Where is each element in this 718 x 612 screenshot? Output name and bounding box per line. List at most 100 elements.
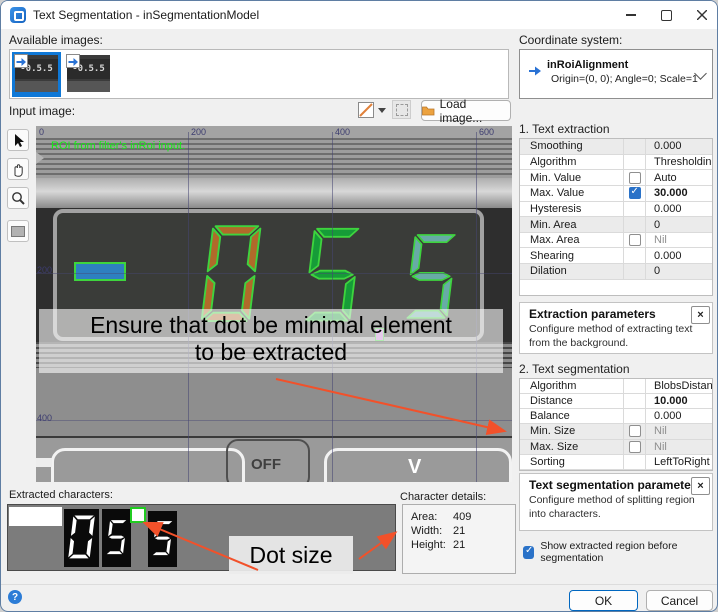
extraction-params-box: Extraction parameters × Configure method… [519, 302, 713, 354]
fit-view-icon [396, 104, 408, 116]
checkbox-unchecked[interactable] [629, 234, 641, 246]
image-arrow-icon [66, 54, 80, 68]
image-viewport[interactable]: OFF V 0 200 400 600 200 400 ROI from fil… [36, 126, 512, 482]
load-image-button[interactable]: Load image... [421, 100, 511, 121]
show-region-label: Show extracted region before segmentatio… [540, 540, 717, 564]
coordinate-system-dropdown[interactable]: inRoiAlignment Origin=(0, 0); Angle=0; S… [519, 49, 713, 99]
thumbnail[interactable]: -0.5.5 [64, 52, 113, 97]
select-tool-button[interactable] [7, 129, 29, 151]
extraction-box-desc: Configure method of extracting text from… [529, 323, 707, 350]
param-row[interactable]: Shearing0.000 [520, 248, 712, 264]
region-swatch-icon [11, 226, 25, 237]
segment-minus [74, 262, 126, 281]
segmentation-params-box: Text segmentation parameters × Configure… [519, 473, 713, 531]
annotation-line2: to be extracted [39, 339, 503, 366]
input-image-label: Input image: [9, 104, 75, 118]
extraction-table: Smoothing0.000 AlgorithmThresholding Min… [519, 138, 713, 296]
extracted-characters-label: Extracted characters: [9, 489, 113, 501]
char-tile-minus[interactable] [9, 507, 62, 526]
alignment-name: inRoiAlignment [547, 59, 628, 71]
char-tile-5a[interactable] [102, 509, 131, 567]
cancel-button[interactable]: Cancel [646, 590, 713, 611]
annotation-line1: Ensure that dot be minimal element [39, 312, 503, 339]
dialog-window: Text Segmentation - inSegmentationModel … [0, 0, 718, 612]
close-box-button[interactable]: × [691, 306, 710, 324]
close-box-button[interactable]: × [691, 477, 710, 495]
app-icon [10, 7, 26, 23]
extraction-header: 1. Text extraction [519, 122, 610, 136]
param-row[interactable]: Min. SizeNil [520, 424, 712, 439]
checkbox-checked[interactable] [629, 187, 641, 199]
param-row[interactable]: Min. Area0 [520, 217, 712, 233]
character-details-box: Area:409 Width:21 Height:21 [402, 504, 516, 574]
region-display-button[interactable] [7, 220, 29, 242]
ok-button[interactable]: OK [569, 590, 638, 611]
dial-v-label: V [408, 456, 421, 479]
dial-arc-left [51, 448, 245, 482]
ruler-tick: 0 [39, 127, 44, 137]
close-button[interactable] [689, 5, 715, 25]
detail-value: 21 [453, 524, 465, 538]
char-tile-dot-highlighted[interactable] [130, 507, 146, 523]
ruler-tick: 600 [479, 127, 494, 137]
checkbox-checked[interactable] [523, 546, 534, 559]
param-row[interactable]: Max. SizeNil [520, 440, 712, 455]
segmentation-box-title: Text segmentation parameters [529, 478, 702, 492]
character-details-label: Character details: [400, 491, 486, 503]
color-dropdown-arrow[interactable] [378, 108, 386, 113]
param-row[interactable]: Min. ValueAuto [520, 170, 712, 186]
dial-mark [36, 458, 52, 467]
folder-icon [422, 105, 435, 116]
pan-tool-button[interactable] [7, 158, 29, 180]
detail-value: 409 [453, 510, 471, 524]
thumbnail-selected[interactable]: -0.5.5 [12, 52, 61, 97]
show-region-option[interactable]: Show extracted region before segmentatio… [523, 540, 717, 564]
minimize-icon [626, 14, 636, 15]
param-row[interactable]: AlgorithmThresholding [520, 155, 712, 171]
param-row[interactable]: Dilation0 [520, 264, 712, 280]
checkbox-unchecked[interactable] [629, 172, 641, 184]
title-bar[interactable]: Text Segmentation - inSegmentationModel [1, 1, 717, 29]
detail-key: Height: [411, 538, 453, 552]
dial-off-label: OFF [241, 456, 291, 473]
window-title: Text Segmentation - inSegmentationModel [33, 8, 259, 22]
param-row[interactable]: Smoothing0.000 [520, 139, 712, 155]
param-row[interactable]: Hysteresis0.000 [520, 202, 712, 218]
checkbox-unchecked[interactable] [629, 425, 641, 437]
zoom-tool-button[interactable] [7, 187, 29, 209]
param-row[interactable]: Max. Value30.000 [520, 186, 712, 202]
dot-size-annotation: Dot size [229, 536, 353, 574]
detail-key: Area: [411, 510, 453, 524]
annotation-overlay: Ensure that dot be minimal element to be… [39, 309, 503, 373]
ruler-tick: 200 [37, 265, 52, 275]
param-row[interactable]: SortingLeftToRight [520, 455, 712, 470]
load-image-label: Load image... [440, 97, 510, 125]
cursor-icon [10, 132, 26, 148]
help-button[interactable]: ? [8, 590, 22, 604]
detail-value: 21 [453, 538, 465, 552]
extraction-box-title: Extraction parameters [529, 307, 656, 321]
char-tile-5b[interactable] [148, 511, 177, 567]
close-icon [697, 10, 707, 20]
param-row[interactable]: Balance0.000 [520, 409, 712, 424]
fit-view-button-disabled [392, 100, 411, 119]
ruler-top [36, 126, 512, 138]
param-row[interactable]: Distance10.000 [520, 394, 712, 409]
minimize-button[interactable] [618, 5, 644, 25]
available-images-list: -0.5.5 -0.5.5 [9, 49, 509, 99]
checkbox-unchecked[interactable] [629, 441, 641, 453]
image-arrow-icon [14, 54, 28, 68]
ruler-tick: 400 [37, 413, 52, 423]
ruler-tick: 400 [335, 127, 350, 137]
param-row[interactable]: AlgorithmBlobsDistance [520, 379, 712, 394]
segmentation-box-desc: Configure method of splitting region int… [529, 494, 707, 521]
region-color-button[interactable] [358, 102, 374, 118]
param-row[interactable]: Max. AreaNil [520, 233, 712, 249]
no-color-icon [359, 103, 373, 117]
segmentation-header: 2. Text segmentation [519, 362, 630, 376]
hand-icon [10, 161, 26, 177]
maximize-button[interactable] [653, 5, 679, 25]
char-tile-0[interactable] [64, 509, 99, 567]
ruler-tick: 200 [191, 127, 206, 137]
alignment-details: Origin=(0, 0); Angle=0; Scale=1 [551, 73, 698, 85]
